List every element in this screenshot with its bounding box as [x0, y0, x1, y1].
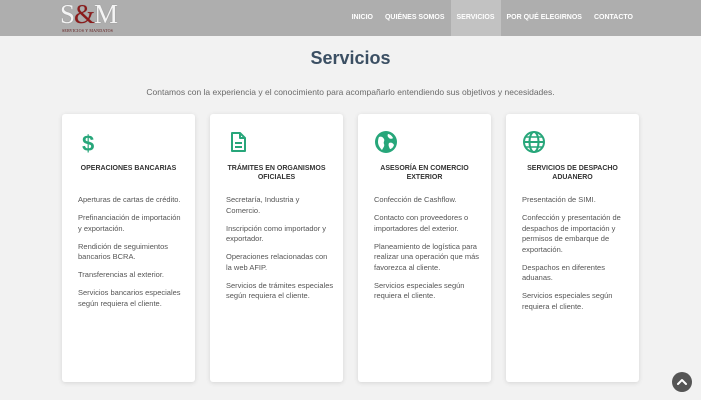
card-title: ASESORÍA EN COMERCIO EXTERIOR — [380, 165, 469, 181]
list-item: Inscripción como importador y exportador… — [226, 223, 327, 244]
list-item: Secretaría, Industria y Comercio. — [226, 195, 300, 215]
card-title: OPERACIONES BANCARIAS — [80, 165, 177, 172]
globe-grid-icon — [522, 130, 546, 154]
card-title: SERVICIOS DE DESPACHO ADUANERO — [527, 165, 618, 181]
list-item: Confección y presentación de despachos d… — [522, 213, 621, 254]
nav-item-quienes-somos[interactable]: QUIÉNES SOMOS — [379, 0, 451, 36]
list-item: Aperturas de cartas de crédito. — [78, 195, 181, 204]
list-item: Servicios bancarios especiales según req… — [78, 288, 181, 308]
document-icon — [226, 130, 250, 154]
list-item: Transferencias al exterior. — [78, 270, 165, 279]
logo-subtitle: SERVICIOS Y MANDATOS — [62, 28, 114, 33]
service-card-tramites: TRÁMITES EN ORGANISMOS OFICIALES Secreta… — [210, 114, 343, 382]
logo[interactable]: S&M SERVICIOS Y MANDATOS — [60, 1, 122, 35]
list-item: Despachos en diferentes aduanas. — [522, 262, 605, 283]
list-item: Prefinanciación de importación y exporta… — [78, 213, 181, 233]
card-list: Aperturas de cartas de crédito. Prefinan… — [78, 195, 186, 317]
dollar-sign-icon: $ — [78, 130, 102, 156]
nav-item-inicio[interactable]: INICIO — [346, 0, 379, 36]
main-nav: INICIO QUIÉNES SOMOS SERVICIOS POR QUÉ E… — [346, 0, 639, 36]
card-title: TRÁMITES EN ORGANISMOS OFICIALES — [227, 165, 326, 181]
list-item: Servicios especiales según requiera el c… — [522, 291, 613, 311]
list-item: Planeamiento de logística para realizar … — [374, 241, 480, 272]
list-item: Confección de Cashflow. — [374, 195, 457, 204]
nav-item-servicios[interactable]: SERVICIOS — [450, 0, 501, 36]
list-item: Rendición de seguimientos bancarios BCRA… — [78, 241, 169, 262]
section-title: Servicios — [310, 48, 391, 68]
svg-text:$: $ — [82, 131, 94, 154]
list-item: Servicios de trámites especiales según r… — [226, 280, 334, 301]
list-item: Presentación de SIMI. — [522, 195, 596, 204]
service-card-operaciones-bancarias: $ OPERACIONES BANCARIAS Aperturas de car… — [62, 114, 195, 382]
scroll-to-top-button[interactable] — [672, 372, 692, 392]
service-card-despacho-aduanero: SERVICIOS DE DESPACHO ADUANERO Presentac… — [506, 114, 639, 382]
logo-mark: S&M — [60, 0, 118, 29]
section-subtitle: Contamos con la experiencia y el conocim… — [146, 87, 555, 97]
nav-item-por-que-elegirnos[interactable]: POR QUÉ ELEGIRNOS — [501, 0, 588, 36]
card-list: Secretaría, Industria y Comercio. Inscri… — [226, 195, 334, 309]
list-item: Contacto con proveedores o importadores … — [374, 213, 469, 233]
chevron-up-icon — [677, 379, 687, 385]
list-item: Operaciones relacionadas con la web AFIP… — [226, 252, 328, 272]
card-list: Confección de Cashflow. Contacto con pro… — [374, 195, 482, 309]
list-item: Servicios especiales según requiera el c… — [374, 280, 465, 301]
service-card-asesoria: ASESORÍA EN COMERCIO EXTERIOR Confección… — [358, 114, 491, 382]
globe-americas-icon — [374, 130, 398, 154]
navbar: S&M SERVICIOS Y MANDATOS INICIO QUIÉNES … — [0, 0, 701, 36]
nav-item-contacto[interactable]: CONTACTO — [588, 0, 639, 36]
card-list: Presentación de SIMI. Confección y prese… — [522, 195, 630, 320]
